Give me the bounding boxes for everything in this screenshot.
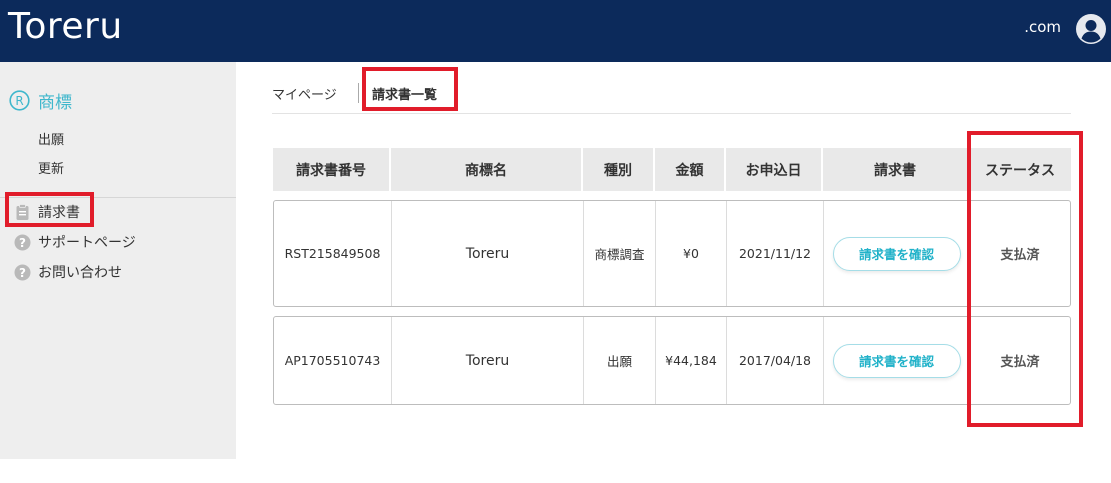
sidebar-item-renewal[interactable]: 更新: [38, 158, 64, 177]
sidebar-item-application[interactable]: 出願: [38, 129, 64, 148]
column-header-amount: 金額: [655, 148, 726, 191]
svg-text:?: ?: [19, 236, 26, 250]
column-header-type: 種別: [583, 148, 655, 191]
sidebar-item-support[interactable]: ? サポートページ: [14, 232, 136, 252]
question-icon: ?: [14, 264, 31, 280]
toreru-logo[interactable]: Toreru: [8, 6, 123, 47]
invoice-cell: 請求書を確認: [824, 317, 970, 404]
svg-text:?: ?: [19, 266, 26, 280]
invoice-cell: 請求書を確認: [824, 201, 970, 306]
sidebar-item-contact[interactable]: ? お問い合わせ: [14, 262, 122, 282]
tab-divider: [358, 83, 359, 103]
column-header-trademark: 商標名: [391, 148, 583, 191]
highlight-box-invoices: [5, 192, 94, 227]
sidebar-trademark-section[interactable]: R 商標: [9, 88, 72, 113]
question-icon: ?: [14, 234, 31, 250]
invoice-type: 出願: [584, 317, 656, 404]
application-date: 2021/11/12: [727, 201, 824, 306]
trademark-name: Toreru: [392, 317, 584, 404]
sidebar-item-label: お問い合わせ: [38, 265, 122, 281]
invoice-amount: ¥0: [656, 201, 727, 306]
sidebar-item-label: サポートページ: [38, 235, 136, 251]
user-account-icon[interactable]: [1075, 13, 1107, 45]
sidebar-section-title: 商標: [38, 93, 72, 113]
table-row: AP1705510743 Toreru 出願 ¥44,184 2017/04/1…: [273, 316, 1071, 405]
column-header-date: お申込日: [726, 148, 823, 191]
table-row: RST215849508 Toreru 商標調査 ¥0 2021/11/12 請…: [273, 200, 1071, 307]
app-header: Toreru .com: [0, 0, 1111, 62]
application-date: 2017/04/18: [727, 317, 824, 404]
invoice-number: AP1705510743: [274, 317, 392, 404]
highlight-box-status-column: [967, 131, 1083, 427]
trademark-name: Toreru: [392, 201, 584, 306]
invoice-number: RST215849508: [274, 201, 392, 306]
column-header-invoice-no: 請求書番号: [273, 148, 391, 191]
view-invoice-button[interactable]: 請求書を確認: [832, 343, 961, 378]
highlight-box-invoice-list-tab: [362, 67, 458, 111]
invoice-amount: ¥44,184: [656, 317, 727, 404]
invoice-table-header: 請求書番号 商標名 種別 金額 お申込日 請求書 ステータス: [273, 148, 1071, 191]
account-domain: .com: [1024, 18, 1061, 36]
svg-text:R: R: [15, 94, 23, 108]
tab-mypage[interactable]: マイページ: [272, 84, 337, 103]
registered-mark-icon: R: [9, 90, 30, 111]
view-invoice-button[interactable]: 請求書を確認: [832, 236, 961, 271]
invoice-type: 商標調査: [584, 201, 656, 306]
sidebar: R 商標 出願 更新 請求書 ? サポートページ ? お問い合わせ: [0, 62, 236, 459]
column-header-invoice: 請求書: [823, 148, 969, 191]
